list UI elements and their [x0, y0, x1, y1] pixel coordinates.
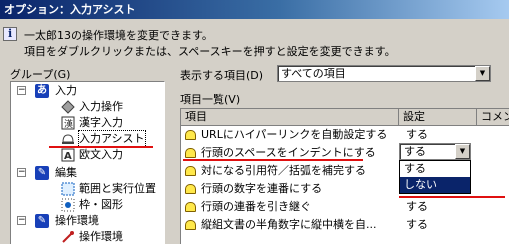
lamp-icon — [185, 148, 196, 158]
svg-text:A: A — [64, 151, 72, 162]
tree-label: 入力操作 — [79, 100, 123, 113]
setting-select-value: する — [404, 145, 426, 158]
tree-item-input-assist[interactable]: 入力アシスト — [11, 130, 161, 148]
row-item: 行頭の数字を連番にする — [201, 182, 323, 195]
item-list[interactable]: 項目 設定 コメント URLにハイパーリンクを自動設定する する 行頭のスペース… — [180, 108, 509, 244]
column-header-setting[interactable]: 設定 — [399, 109, 477, 126]
operation-category-icon: ✎ — [35, 214, 49, 228]
chevron-down-icon[interactable]: ▼ — [455, 144, 470, 159]
tree-category-edit[interactable]: − ✎ 編集 — [11, 165, 161, 181]
wand-icon — [61, 230, 75, 244]
tree-category-operation-env[interactable]: − ✎ 操作環境 — [11, 213, 161, 229]
tree-item-operation-env[interactable]: 操作環境 — [11, 229, 161, 244]
annotation-underline — [49, 146, 153, 148]
table-row[interactable]: 縦組文書の半角数字に縦中横を自... する — [181, 216, 509, 234]
tree-label: 編集 — [55, 166, 77, 179]
lamp-icon — [185, 184, 196, 194]
info-icon — [3, 27, 17, 41]
row-item: 行頭の連番を引き継ぐ — [201, 200, 311, 213]
lamp-icon — [185, 220, 196, 230]
dropdown-option-no[interactable]: しない — [400, 177, 470, 193]
row-item: URLにハイパーリンクを自動設定する — [201, 128, 388, 141]
alphabet-icon: A — [61, 148, 75, 162]
tree-item-input-operation[interactable]: 入力操作 — [11, 99, 161, 115]
group-tree[interactable]: − あ 入力 入力操作 漢 漢字入力 入力アシスト A 欧文入力 − ✎ 編集 — [10, 81, 165, 244]
show-items-select[interactable]: すべての項目 ▼ — [277, 65, 491, 82]
row-value: する — [406, 218, 428, 231]
tree-label: 枠・図形 — [79, 198, 123, 211]
range-icon — [61, 182, 75, 196]
window-title: オプション：入力アシスト — [0, 0, 509, 19]
column-header-comment[interactable]: コメント — [477, 109, 509, 126]
tree-item-frame-shape[interactable]: 枠・図形 — [11, 197, 161, 213]
shape-icon — [61, 198, 75, 212]
annotation-underline — [399, 196, 505, 198]
tree-label: 操作環境 — [79, 230, 123, 243]
chevron-down-icon[interactable]: ▼ — [475, 66, 490, 81]
tree-label: 操作環境 — [55, 214, 99, 227]
tree-item-range-position[interactable]: 範囲と実行位置 — [11, 181, 161, 197]
collapse-icon[interactable]: − — [17, 216, 26, 225]
item-list-label: 項目一覧(V) — [180, 93, 241, 106]
lamp-icon — [185, 166, 196, 176]
table-row[interactable]: URLにハイパーリンクを自動設定する する — [181, 126, 509, 144]
description-line-1: 一太郎13の操作環境を変更できます。 — [24, 29, 213, 42]
collapse-icon[interactable]: − — [17, 86, 26, 95]
setting-dropdown-list[interactable]: する しない — [399, 160, 471, 194]
tree-item-kanji-input[interactable]: 漢 漢字入力 — [11, 115, 161, 131]
column-header-item[interactable]: 項目 — [181, 109, 399, 126]
lamp-icon — [185, 130, 196, 140]
tree-label: 入力アシスト — [78, 130, 146, 148]
description-line-2: 項目をダブルクリックまたは、スペースキーを押すと設定を変更できます。 — [24, 45, 396, 58]
table-row[interactable]: 行頭の連番を引き継ぐ する — [181, 198, 509, 216]
tree-label: 欧文入力 — [79, 148, 123, 161]
show-items-value: すべての項目 — [281, 67, 346, 80]
annotation-underline — [183, 159, 363, 161]
svg-text:漢: 漢 — [64, 118, 73, 130]
collapse-icon[interactable]: − — [17, 168, 26, 177]
tree-category-input[interactable]: − あ 入力 — [11, 83, 161, 99]
tree-item-western-input[interactable]: A 欧文入力 — [11, 147, 161, 163]
dropdown-option-yes[interactable]: する — [400, 161, 470, 177]
tree-label: 入力 — [55, 84, 77, 97]
input-category-icon: あ — [35, 84, 49, 98]
kanji-icon: 漢 — [61, 116, 75, 130]
lamp-icon — [61, 133, 75, 147]
row-item: 縦組文書の半角数字に縦中横を自... — [201, 218, 377, 231]
row-item: 対になる引用符／括弧を補完する — [201, 164, 366, 177]
diamond-icon — [61, 100, 75, 114]
setting-select[interactable]: する ▼ — [399, 143, 471, 160]
show-items-label: 表示する項目(D) — [180, 69, 264, 82]
tree-label: 範囲と実行位置 — [79, 182, 156, 195]
edit-category-icon: ✎ — [35, 166, 49, 180]
group-label: グループ(G) — [10, 68, 71, 81]
row-value: する — [406, 200, 428, 213]
tree-label: 漢字入力 — [79, 116, 123, 129]
row-value: する — [406, 128, 428, 141]
lamp-icon — [185, 202, 196, 212]
